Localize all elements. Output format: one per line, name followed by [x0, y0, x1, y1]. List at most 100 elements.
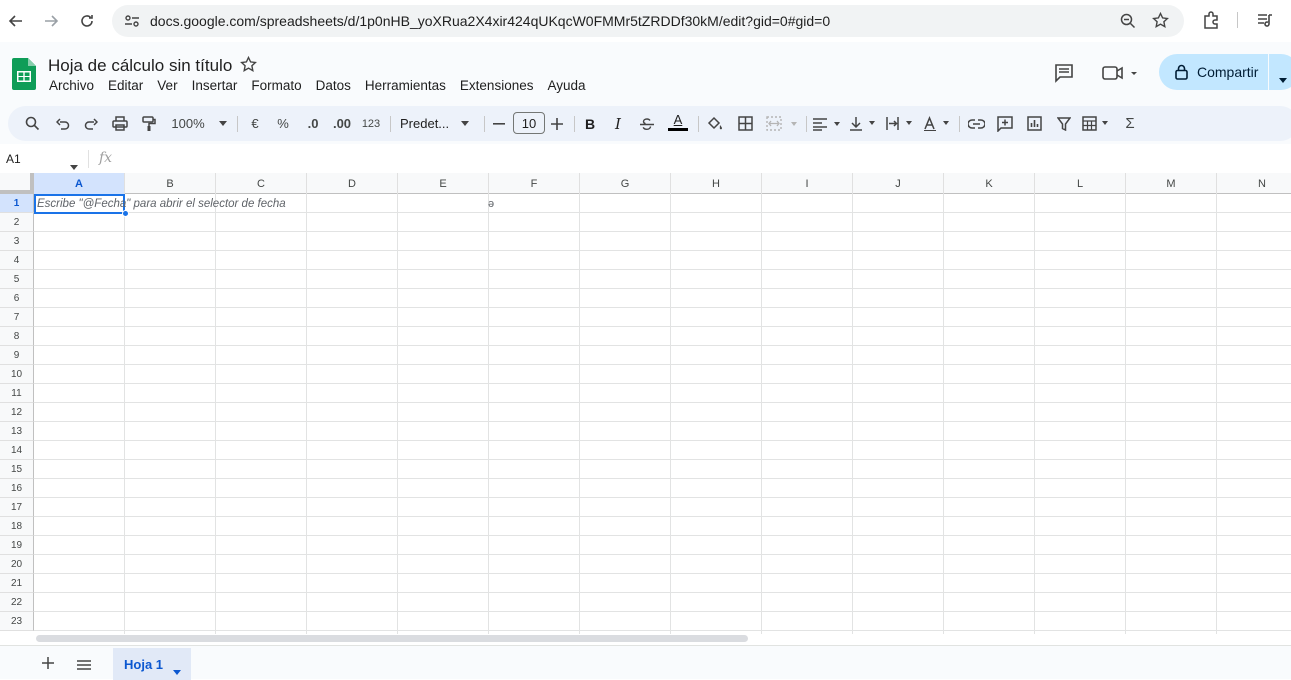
row-header-2[interactable]: 2 [0, 213, 34, 232]
all-sheets-icon[interactable] [77, 657, 91, 675]
star-icon[interactable] [240, 55, 257, 78]
font-select[interactable]: Predet... [400, 106, 476, 141]
menu-insertar[interactable]: Insertar [185, 77, 245, 95]
comments-icon[interactable] [1054, 63, 1074, 88]
row-header-12[interactable]: 12 [0, 403, 34, 422]
insert-link-icon[interactable] [966, 106, 986, 141]
sheet-tab-hoja-1[interactable]: Hoja 1 [113, 648, 191, 680]
row-header-11[interactable]: 11 [0, 384, 34, 403]
row-header-7[interactable]: 7 [0, 308, 34, 327]
font-size-input[interactable]: 10 [513, 112, 545, 134]
column-header-h[interactable]: H [671, 173, 762, 194]
share-dropdown-icon[interactable] [1279, 70, 1287, 88]
column-header-a[interactable]: A [34, 173, 125, 194]
column-header-n[interactable]: N [1217, 173, 1291, 194]
merge-cells-icon[interactable] [764, 106, 800, 141]
print-icon[interactable] [110, 106, 130, 141]
undo-icon[interactable] [53, 106, 73, 141]
row-header-8[interactable]: 8 [0, 327, 34, 346]
menu-formato[interactable]: Formato [244, 77, 308, 95]
select-all-corner[interactable] [0, 173, 34, 194]
decrease-font-size-icon[interactable] [491, 106, 507, 141]
row-header-20[interactable]: 20 [0, 555, 34, 574]
text-color-button[interactable]: A [667, 106, 689, 141]
meet-icon[interactable] [1102, 64, 1138, 87]
name-box[interactable]: A1 [6, 152, 21, 166]
row-header-14[interactable]: 14 [0, 441, 34, 460]
column-header-i[interactable]: I [762, 173, 853, 194]
share-button[interactable]: Compartir [1159, 54, 1291, 90]
italic-button[interactable]: I [609, 106, 627, 141]
column-header-l[interactable]: L [1035, 173, 1126, 194]
horizontal-align-icon[interactable] [811, 106, 843, 141]
spreadsheet-grid[interactable]: ABCDEFGHIJKLMN 1 2 3 4 5 6 7 8 9 10 11 12 13 14 15 16 17… [0, 173, 1291, 634]
strikethrough-icon[interactable] [638, 106, 656, 141]
decrease-decimals-button[interactable]: .0 [302, 106, 324, 141]
site-info-icon[interactable] [124, 14, 140, 33]
column-header-f[interactable]: F [489, 173, 580, 194]
bold-button[interactable]: B [581, 106, 599, 141]
row-header-1[interactable]: 1 [0, 194, 34, 213]
filter-icon[interactable] [1054, 106, 1074, 141]
menu-herramientas[interactable]: Herramientas [358, 77, 453, 95]
row-header-5[interactable]: 5 [0, 270, 34, 289]
borders-icon[interactable] [735, 106, 755, 141]
row-header-9[interactable]: 9 [0, 346, 34, 365]
column-header-b[interactable]: B [125, 173, 216, 194]
redo-icon[interactable] [81, 106, 101, 141]
column-header-k[interactable]: K [944, 173, 1035, 194]
menu-ayuda[interactable]: Ayuda [540, 77, 592, 95]
bookmark-star-icon[interactable] [1152, 11, 1169, 34]
forward-icon[interactable] [40, 10, 62, 32]
back-icon[interactable] [5, 10, 27, 32]
row-header-10[interactable]: 10 [0, 365, 34, 384]
column-header-c[interactable]: C [216, 173, 307, 194]
row-header-21[interactable]: 21 [0, 574, 34, 593]
column-header-d[interactable]: D [307, 173, 398, 194]
row-header-17[interactable]: 17 [0, 498, 34, 517]
row-header-13[interactable]: 13 [0, 422, 34, 441]
paint-format-icon[interactable] [139, 106, 159, 141]
fill-handle[interactable] [122, 210, 129, 217]
column-header-g[interactable]: G [580, 173, 671, 194]
menu-ver[interactable]: Ver [150, 77, 184, 95]
document-title[interactable]: Hoja de cálculo sin título [48, 56, 232, 76]
row-header-3[interactable]: 3 [0, 232, 34, 251]
percent-format-button[interactable]: % [274, 106, 292, 141]
text-rotation-icon[interactable] [922, 106, 954, 141]
zoom-icon[interactable] [1120, 13, 1136, 34]
extensions-icon[interactable] [1202, 11, 1220, 34]
increase-font-size-icon[interactable] [549, 106, 565, 141]
insert-comment-icon[interactable] [995, 106, 1015, 141]
currency-format-button[interactable]: € [246, 106, 264, 141]
address-bar[interactable]: docs.google.com/spreadsheets/d/1p0nHB_yo… [112, 5, 1184, 37]
add-sheet-icon[interactable] [42, 656, 54, 674]
column-header-m[interactable]: M [1126, 173, 1217, 194]
menu-extensiones[interactable]: Extensiones [453, 77, 541, 95]
filter-views-icon[interactable] [1081, 106, 1113, 141]
fill-color-icon[interactable] [704, 106, 724, 141]
media-control-icon[interactable] [1257, 12, 1273, 33]
vertical-align-icon[interactable] [848, 106, 880, 141]
menu-editar[interactable]: Editar [101, 77, 150, 95]
search-menu-icon[interactable] [22, 106, 42, 141]
menu-datos[interactable]: Datos [309, 77, 358, 95]
sheets-logo-icon[interactable] [12, 58, 36, 90]
menu-archivo[interactable]: Archivo [42, 77, 101, 95]
zoom-select[interactable]: 100% [168, 106, 230, 141]
row-header-23[interactable]: 23 [0, 612, 34, 631]
row-header-4[interactable]: 4 [0, 251, 34, 270]
row-header-16[interactable]: 16 [0, 479, 34, 498]
insert-chart-icon[interactable] [1024, 106, 1044, 141]
column-header-j[interactable]: J [853, 173, 944, 194]
row-header-18[interactable]: 18 [0, 517, 34, 536]
row-header-19[interactable]: 19 [0, 536, 34, 555]
column-header-e[interactable]: E [398, 173, 489, 194]
more-formats-button[interactable]: 123 [360, 106, 382, 141]
formula-input[interactable] [120, 147, 1280, 171]
sheet-tab-dropdown-icon[interactable] [173, 662, 181, 680]
horizontal-scrollbar[interactable] [34, 635, 1291, 643]
reload-icon[interactable] [76, 10, 98, 32]
increase-decimals-button[interactable]: .00 [330, 106, 354, 141]
row-header-15[interactable]: 15 [0, 460, 34, 479]
